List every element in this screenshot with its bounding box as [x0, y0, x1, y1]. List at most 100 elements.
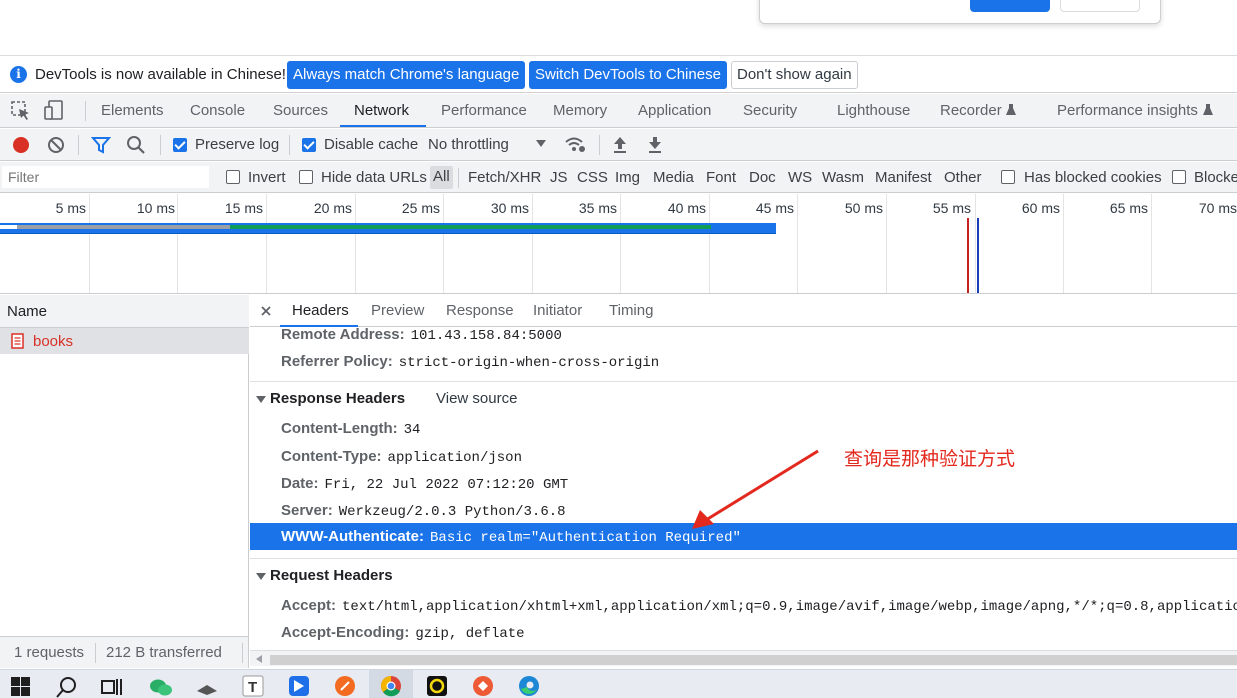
blocked-requests-checkbox[interactable] [1172, 170, 1186, 184]
disable-cache-label: Disable cache [324, 136, 419, 153]
popup-primary-button[interactable] [970, 0, 1050, 12]
header-server[interactable]: Server: Werkzeug/2.0.3 Python/3.6.8 [281, 502, 566, 520]
tab-performance-insights[interactable]: Performance insights [1057, 102, 1198, 119]
separator [95, 643, 96, 663]
filter-type-css[interactable]: CSS [577, 169, 608, 186]
view-source-link[interactable]: View source [436, 390, 517, 407]
search-icon[interactable] [56, 676, 78, 698]
filter-input[interactable] [2, 166, 209, 188]
disable-cache-checkbox[interactable] [302, 138, 316, 152]
grid-line [975, 194, 976, 293]
app-red-icon[interactable] [472, 675, 494, 697]
edge-icon[interactable] [518, 675, 540, 697]
section-divider [250, 558, 1237, 559]
header-key: Referrer Policy: [281, 353, 393, 370]
grid-line [797, 194, 798, 293]
name-column-header: Name [7, 303, 48, 320]
tab-response[interactable]: Response [446, 302, 514, 319]
filter-type-img[interactable]: Img [615, 169, 640, 186]
tab-elements[interactable]: Elements [101, 102, 164, 119]
waterfall-segment-stalled [17, 225, 230, 229]
has-blocked-cookies-checkbox[interactable] [1001, 170, 1015, 184]
separator [242, 643, 243, 663]
throttling-select[interactable]: No throttling [428, 136, 509, 153]
filter-type-fetch-xhr[interactable]: Fetch/XHR [468, 169, 541, 186]
header-value: Fri, 22 Jul 2022 07:12:20 GMT [324, 477, 569, 493]
windows-start-icon[interactable] [11, 677, 31, 697]
always-match-language-button[interactable]: Always match Chrome's language [287, 61, 526, 89]
app-orange-icon[interactable] [334, 675, 356, 697]
tab-memory[interactable]: Memory [553, 102, 607, 119]
header-referrer-policy[interactable]: Referrer Policy: strict-origin-when-cross… [281, 353, 659, 371]
network-conditions-icon[interactable] [564, 135, 588, 155]
dropdown-arrow-icon[interactable] [536, 140, 546, 148]
search-icon[interactable] [126, 135, 146, 155]
tab-application[interactable]: Application [638, 102, 711, 119]
filter-type-ws[interactable]: WS [788, 169, 812, 186]
filter-type-media[interactable]: Media [653, 169, 694, 186]
hide-data-urls-checkbox[interactable] [299, 170, 313, 184]
filter-type-all[interactable]: All [430, 166, 453, 189]
switch-to-chinese-button[interactable]: Switch DevTools to Chinese [529, 61, 727, 89]
timeline-tick: 25 ms [401, 200, 440, 216]
filter-type-js[interactable]: JS [550, 169, 568, 186]
tab-timing[interactable]: Timing [609, 302, 653, 319]
close-icon[interactable] [260, 305, 272, 317]
header-accept[interactable]: Accept: text/html,application/xhtml+xml,a… [281, 597, 1237, 615]
scroll-left-arrow-icon[interactable] [256, 655, 262, 663]
tab-recorder[interactable]: Recorder [940, 102, 1002, 119]
export-har-icon[interactable] [646, 135, 664, 155]
task-view-icon[interactable] [101, 677, 123, 697]
filter-type-wasm[interactable]: Wasm [822, 169, 864, 186]
tab-headers[interactable]: Headers [292, 302, 349, 319]
active-tab-indicator [340, 125, 426, 127]
header-remote-address[interactable]: Remote Address: 101.43.158.84:5000 [281, 326, 562, 344]
filter-type-manifest[interactable]: Manifest [875, 169, 932, 186]
header-value: 34 [403, 422, 421, 438]
header-content-length[interactable]: Content-Length: 34 [281, 420, 420, 438]
filter-type-doc[interactable]: Doc [749, 169, 776, 186]
typora-icon[interactable]: T [242, 675, 264, 697]
invert-checkbox[interactable] [226, 170, 240, 184]
clear-icon[interactable] [46, 135, 66, 155]
tab-preview[interactable]: Preview [371, 302, 424, 319]
feishu-icon[interactable] [288, 675, 310, 697]
tab-lighthouse[interactable]: Lighthouse [837, 102, 910, 119]
tab-console[interactable]: Console [190, 102, 245, 119]
timeline-tick: 10 ms [136, 200, 175, 216]
tab-sources[interactable]: Sources [273, 102, 328, 119]
scrollbar-thumb[interactable] [270, 655, 1237, 665]
wechat-icon[interactable] [149, 677, 173, 697]
record-icon[interactable] [11, 135, 31, 155]
request-list-header[interactable]: Name [0, 295, 249, 328]
import-har-icon[interactable] [611, 135, 629, 155]
inspect-element-icon[interactable] [10, 100, 32, 122]
header-accept-encoding[interactable]: Accept-Encoding: gzip, deflate [281, 624, 525, 642]
request-row[interactable]: books [0, 328, 249, 354]
tab-performance[interactable]: Performance [441, 102, 527, 119]
request-headers-section[interactable]: Request Headers [256, 567, 393, 584]
filter-type-font[interactable]: Font [706, 169, 736, 186]
horizontal-scrollbar[interactable] [250, 650, 1237, 666]
jetbrains-icon[interactable] [426, 675, 448, 697]
separator [599, 135, 600, 155]
app-icon[interactable] [196, 679, 218, 695]
filter-icon[interactable] [91, 136, 111, 154]
device-toolbar-icon[interactable] [43, 99, 65, 121]
popup-secondary-button[interactable] [1060, 0, 1140, 12]
filter-type-other[interactable]: Other [944, 169, 982, 186]
header-value: application/json [387, 450, 522, 466]
chrome-icon[interactable] [380, 675, 402, 697]
response-headers-title: Response Headers [270, 390, 406, 407]
header-date[interactable]: Date: Fri, 22 Jul 2022 07:12:20 GMT [281, 475, 568, 493]
timeline-overview[interactable]: 5 ms 10 ms 15 ms 20 ms 25 ms 30 ms 35 ms… [0, 194, 1237, 294]
dont-show-again-button[interactable]: Don't show again [731, 61, 858, 89]
tab-initiator[interactable]: Initiator [533, 302, 582, 319]
header-content-type[interactable]: Content-Type: application/json [281, 448, 522, 466]
tab-network[interactable]: Network [354, 102, 409, 119]
timeline-tick: 35 ms [578, 200, 617, 216]
preserve-log-checkbox[interactable] [173, 138, 187, 152]
tab-security[interactable]: Security [743, 102, 797, 119]
header-key: Date: [281, 475, 319, 492]
response-headers-section[interactable]: Response Headers [256, 390, 405, 407]
